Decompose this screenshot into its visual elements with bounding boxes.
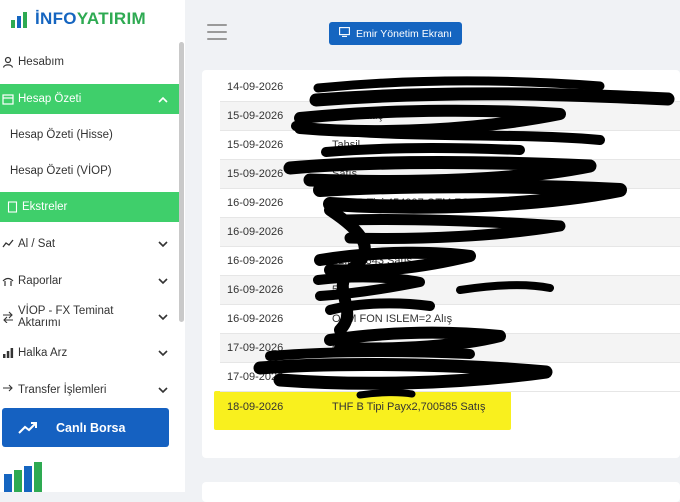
- secondary-card: [202, 482, 680, 502]
- trade-icon: [0, 238, 16, 250]
- chevron-down-icon: [156, 240, 170, 248]
- canli-borsa-label: Canlı Borsa: [56, 420, 126, 435]
- sidebar-subitem-viop[interactable]: Hesap Özeti (VİOP): [0, 156, 180, 186]
- sidebar-item-al-sat[interactable]: Al / Sat: [0, 229, 180, 259]
- table-row: 15-09-2026 Satış: [220, 160, 680, 189]
- sidebar-subitem-hisse[interactable]: Hesap Özeti (Hisse): [0, 120, 180, 150]
- canli-borsa-button[interactable]: Canlı Borsa: [2, 408, 169, 447]
- row-description: OTM FON DNS Satış: [332, 342, 438, 354]
- table-row: 15-09-2026 Tahsil: [220, 131, 680, 160]
- sidebar-scrollbar[interactable]: [179, 42, 184, 322]
- sidebar-item-transfer[interactable]: Transfer İşlemleri: [0, 375, 180, 405]
- arrows-icon: [0, 384, 16, 396]
- sidebar-item-label: Hesap Özeti (Hisse): [10, 129, 113, 141]
- hamburger-menu-icon[interactable]: [207, 24, 227, 40]
- sidebar-item-label: Hesap Özeti: [18, 93, 82, 105]
- table-row: 16-09-2026 OTM FON ISLEM=2 Alış: [220, 305, 680, 334]
- table-row: 14-09-2026: [220, 73, 680, 102]
- transfer-icon: [0, 311, 16, 323]
- row-date: 14-09-2026: [227, 81, 284, 93]
- folder-icon: [0, 93, 16, 105]
- sidebar-item-label: Transfer İşlemleri: [18, 384, 107, 396]
- sidebar-item-hesap-ozeti[interactable]: Hesap Özeti: [0, 84, 180, 114]
- sidebar-item-label: Hesabım: [18, 56, 65, 68]
- row-description: THF B Tipi 454997 OTM FON DNS: [332, 197, 504, 209]
- row-description: THF B Tipi Payx2,700585 Satış: [332, 400, 486, 413]
- sidebar-item-label: Ekstreler: [22, 201, 68, 213]
- row-date: 16-09-2026: [227, 313, 284, 325]
- sidebar-item-label: Raporlar: [18, 275, 63, 287]
- logo-mark-icon: [11, 12, 27, 28]
- row-description: 22,243343 Satış: [332, 255, 413, 267]
- row-date: 16-09-2026: [227, 284, 284, 296]
- app-logo: [2, 460, 48, 492]
- chevron-down-icon: [156, 349, 170, 357]
- row-description: 50): [332, 284, 348, 296]
- table-row: 18-09-2026 THF B Tipi Payx2,700585 Satış: [220, 392, 680, 421]
- row-date: 17-09-2026: [227, 371, 284, 383]
- row-date: 17-09-2026: [227, 342, 284, 354]
- row-date: 16-09-2026: [227, 226, 284, 238]
- sidebar-item-halka-arz[interactable]: Halka Arz: [0, 338, 180, 368]
- emir-yonetim-button[interactable]: Emir Yönetim Ekranı: [329, 22, 462, 45]
- chevron-down-icon: [156, 277, 170, 285]
- row-date: 16-09-2026: [227, 255, 284, 267]
- logo-text-yatirim: YATIRIM: [76, 9, 146, 28]
- table-row: 16-09-2026: [220, 218, 680, 247]
- sidebar-subitem-ekstreler[interactable]: Ekstreler: [0, 192, 180, 222]
- sidebar-item-label: VİOP - FX Teminat Aktarımı: [18, 305, 114, 329]
- row-date: 18-09-2026: [227, 400, 284, 413]
- row-date: 15-09-2026: [227, 110, 284, 122]
- logo-text-info: İNFO: [35, 9, 77, 28]
- brand-logo: İNFOYATIRIM: [10, 8, 146, 30]
- document-icon: [4, 201, 20, 213]
- row-description: Satış: [332, 168, 358, 180]
- screen-icon: [339, 27, 350, 40]
- table-row: 17-09-2026 OTM FON DNS Satış: [220, 334, 680, 363]
- user-icon: [0, 56, 16, 68]
- sidebar-item-viop-fx[interactable]: VİOP - FX Teminat Aktarımı: [0, 302, 180, 332]
- table-row: 16-09-2026 22,243343 Satış: [220, 247, 680, 276]
- report-icon: [0, 275, 16, 287]
- sidebar-item-hesabim[interactable]: Hesabım: [0, 47, 180, 77]
- sidebar: İNFOYATIRIM Hesabım Hesap Özeti Hesap Öz…: [0, 0, 185, 492]
- logo-mark-icon: [2, 460, 48, 492]
- row-date: 15-09-2026: [227, 139, 284, 151]
- table-row: 16-09-2026 50): [220, 276, 680, 305]
- sidebar-item-label: Al / Sat: [18, 238, 56, 250]
- chevron-down-icon: [156, 313, 170, 321]
- sidebar-item-label: Halka Arz: [18, 347, 68, 359]
- table-row: 15-09-2026 DNS Satış: [220, 102, 680, 131]
- table-row: 16-09-2026 THF B Tipi 454997 OTM FON DNS: [220, 189, 680, 218]
- table-row: 17-09-2026: [220, 363, 680, 392]
- sidebar-item-label: Hesap Özeti (VİOP): [10, 165, 112, 177]
- row-description: OTM FON ISLEM=2 Alış: [332, 313, 453, 325]
- sidebar-item-raporlar[interactable]: Raporlar: [0, 266, 180, 296]
- chevron-down-icon: [156, 386, 170, 394]
- chevron-up-icon: [156, 96, 170, 103]
- row-date: 15-09-2026: [227, 168, 284, 180]
- chart-bar-icon: [0, 347, 16, 359]
- trend-up-icon: [18, 421, 38, 435]
- row-description: Tahsil: [332, 139, 361, 151]
- emir-yonetim-label: Emir Yönetim Ekranı: [355, 27, 453, 40]
- row-description: DNS Satış: [332, 110, 384, 122]
- row-date: 16-09-2026: [227, 197, 284, 209]
